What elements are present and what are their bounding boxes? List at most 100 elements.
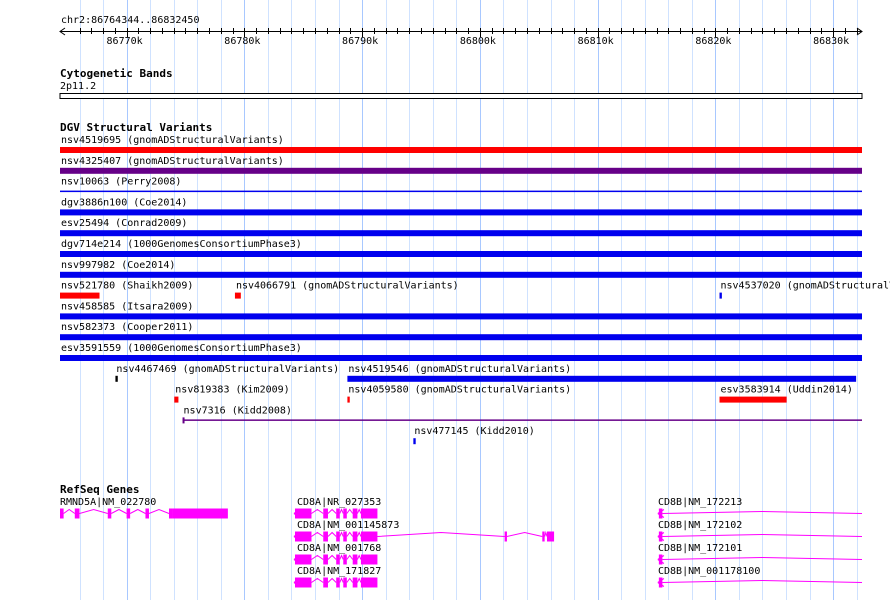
variant-bar[interactable] (115, 375, 118, 382)
gene-label: CD8A|NM_001145873 (297, 520, 399, 531)
ruler-tick-label: 86800k (460, 36, 496, 47)
gene-exon[interactable] (343, 531, 347, 542)
variant-bar[interactable] (719, 396, 787, 403)
gene-exon[interactable] (658, 531, 663, 542)
gene-intron (662, 579, 863, 583)
variant-label: nsv4467469 (gnomADStructuralVariants) (116, 364, 339, 375)
gene-exon[interactable] (107, 508, 112, 519)
ruler-tick-label: 86820k (695, 36, 731, 47)
gene-exon[interactable] (294, 554, 312, 565)
gene-intron (311, 530, 548, 537)
gene-exon[interactable] (323, 531, 328, 542)
gene-exon[interactable] (360, 577, 378, 588)
gene-label: CD8B|NM_172102 (658, 520, 742, 531)
gene-exon[interactable] (336, 554, 340, 565)
variant-label: esv3591559 (1000GenomesConsortiumPhase3) (61, 343, 302, 354)
variant-label: esv3583914 (Uddin2014) (721, 385, 853, 396)
gene-intron (662, 556, 863, 560)
gene-exon[interactable] (658, 508, 663, 519)
variant-label: nsv10063 (Perry2008) (61, 177, 181, 188)
gene-label: CD8A|NM_001768 (297, 543, 381, 554)
track-canvas: 86770k 86780k 86790k 86800k 86810k 86820k 8683… (59, 27, 890, 588)
variant-label: nsv458585 (Itsara2009) (61, 301, 193, 312)
gene-exon[interactable] (658, 554, 663, 565)
variant-bar[interactable] (60, 313, 862, 320)
gene-exon[interactable] (352, 554, 358, 565)
variant-bar[interactable] (60, 190, 862, 193)
gene-exon[interactable] (145, 508, 149, 519)
variant-bar[interactable] (234, 292, 241, 299)
variant-label: dgv3886n100 (Coe2014) (61, 197, 187, 208)
variant-label: nsv477145 (Kidd2010) (414, 426, 534, 437)
gene-exon[interactable] (352, 577, 358, 588)
variant-bar[interactable] (347, 375, 857, 382)
variant-label: nsv4066791 (gnomADStructuralVariants) (236, 281, 459, 292)
gene-exon[interactable] (343, 554, 347, 565)
variant-bar[interactable] (60, 355, 862, 361)
gene-exon[interactable] (60, 508, 64, 519)
gene-exon[interactable] (336, 508, 340, 519)
ruler-tick-label: 86830k (813, 36, 849, 47)
gene-exon[interactable] (323, 577, 328, 588)
gene-intron (662, 533, 863, 537)
gene-label: CD8B|NM_172101 (658, 543, 742, 554)
cytoband-bar[interactable] (59, 93, 863, 99)
ruler-tick-label: 86810k (578, 36, 614, 47)
variant-bar[interactable] (174, 396, 179, 403)
variant-label: nsv819383 (Kim2009) (175, 385, 289, 396)
variant-label: nsv4519546 (gnomADStructuralVariants) (348, 364, 571, 375)
gene-exon[interactable] (360, 531, 378, 542)
gene-exon[interactable] (546, 531, 555, 542)
gene-exon[interactable] (343, 508, 347, 519)
variant-bar[interactable] (60, 334, 862, 341)
gene-exon[interactable] (168, 508, 173, 519)
gene-exon[interactable] (360, 508, 378, 519)
variant-label: nsv4325407 (gnomADStructuralVariants) (61, 156, 284, 167)
gene-exon[interactable] (504, 531, 507, 542)
variant-bar[interactable] (413, 438, 416, 445)
variant-label: dgv714e214 (1000GenomesConsortiumPhase3) (61, 239, 302, 250)
gene-exon[interactable] (74, 508, 80, 519)
variant-bar[interactable] (60, 147, 862, 153)
variant-bar[interactable] (60, 292, 100, 299)
gene-intron (662, 510, 863, 514)
gene-exon[interactable] (542, 531, 545, 542)
variant-label: nsv4519695 (gnomADStructuralVariants) (61, 135, 284, 146)
gene-exon[interactable] (360, 554, 378, 565)
gene-label: CD8A|NM_171827 (297, 566, 381, 577)
gene-exon[interactable] (294, 531, 312, 542)
variant-bar[interactable] (60, 209, 862, 216)
gene-exon[interactable] (343, 577, 347, 588)
gene-exon[interactable] (323, 508, 328, 519)
variant-label: nsv7316 (Kidd2008) (184, 405, 292, 416)
ruler-tick-label: 86780k (224, 36, 260, 47)
gene-exon[interactable] (336, 577, 340, 588)
gene-label: CD8B|NM_172213 (658, 497, 742, 508)
gene-exon[interactable] (126, 508, 131, 519)
variant-bar[interactable] (347, 396, 350, 403)
variant-label: nsv582373 (Cooper2011) (61, 322, 193, 333)
variant-bar[interactable] (719, 292, 722, 299)
gene-label: CD8B|NM_001178100 (658, 566, 760, 577)
ruler-tick-label: 86790k (342, 36, 378, 47)
variant-bar[interactable] (182, 419, 862, 421)
gene-label: CD8A|NR_027353 (297, 497, 381, 508)
gene-exon[interactable] (336, 531, 340, 542)
variant-label: nsv997982 (Coe2014) (61, 260, 175, 271)
variant-bar[interactable] (60, 167, 862, 174)
gene-exon[interactable] (658, 577, 663, 588)
variant-bar-end (182, 417, 185, 424)
ruler-tick-label: 86770k (107, 36, 143, 47)
gene-exon[interactable] (323, 554, 328, 565)
gene-exon[interactable] (294, 577, 312, 588)
gene-exon[interactable] (352, 531, 358, 542)
gene-exon[interactable] (294, 508, 312, 519)
variant-label: nsv4059580 (gnomADStructuralVariants) (348, 385, 571, 396)
variant-bar[interactable] (60, 251, 862, 257)
gene-label: RMND5A|NM_022780 (60, 497, 156, 508)
variant-label: nsv4537020 (gnomADStructuralVa (721, 281, 890, 292)
gene-exon[interactable] (172, 508, 228, 519)
gene-exon[interactable] (352, 508, 358, 519)
variant-bar[interactable] (60, 230, 862, 237)
variant-bar[interactable] (60, 271, 862, 278)
